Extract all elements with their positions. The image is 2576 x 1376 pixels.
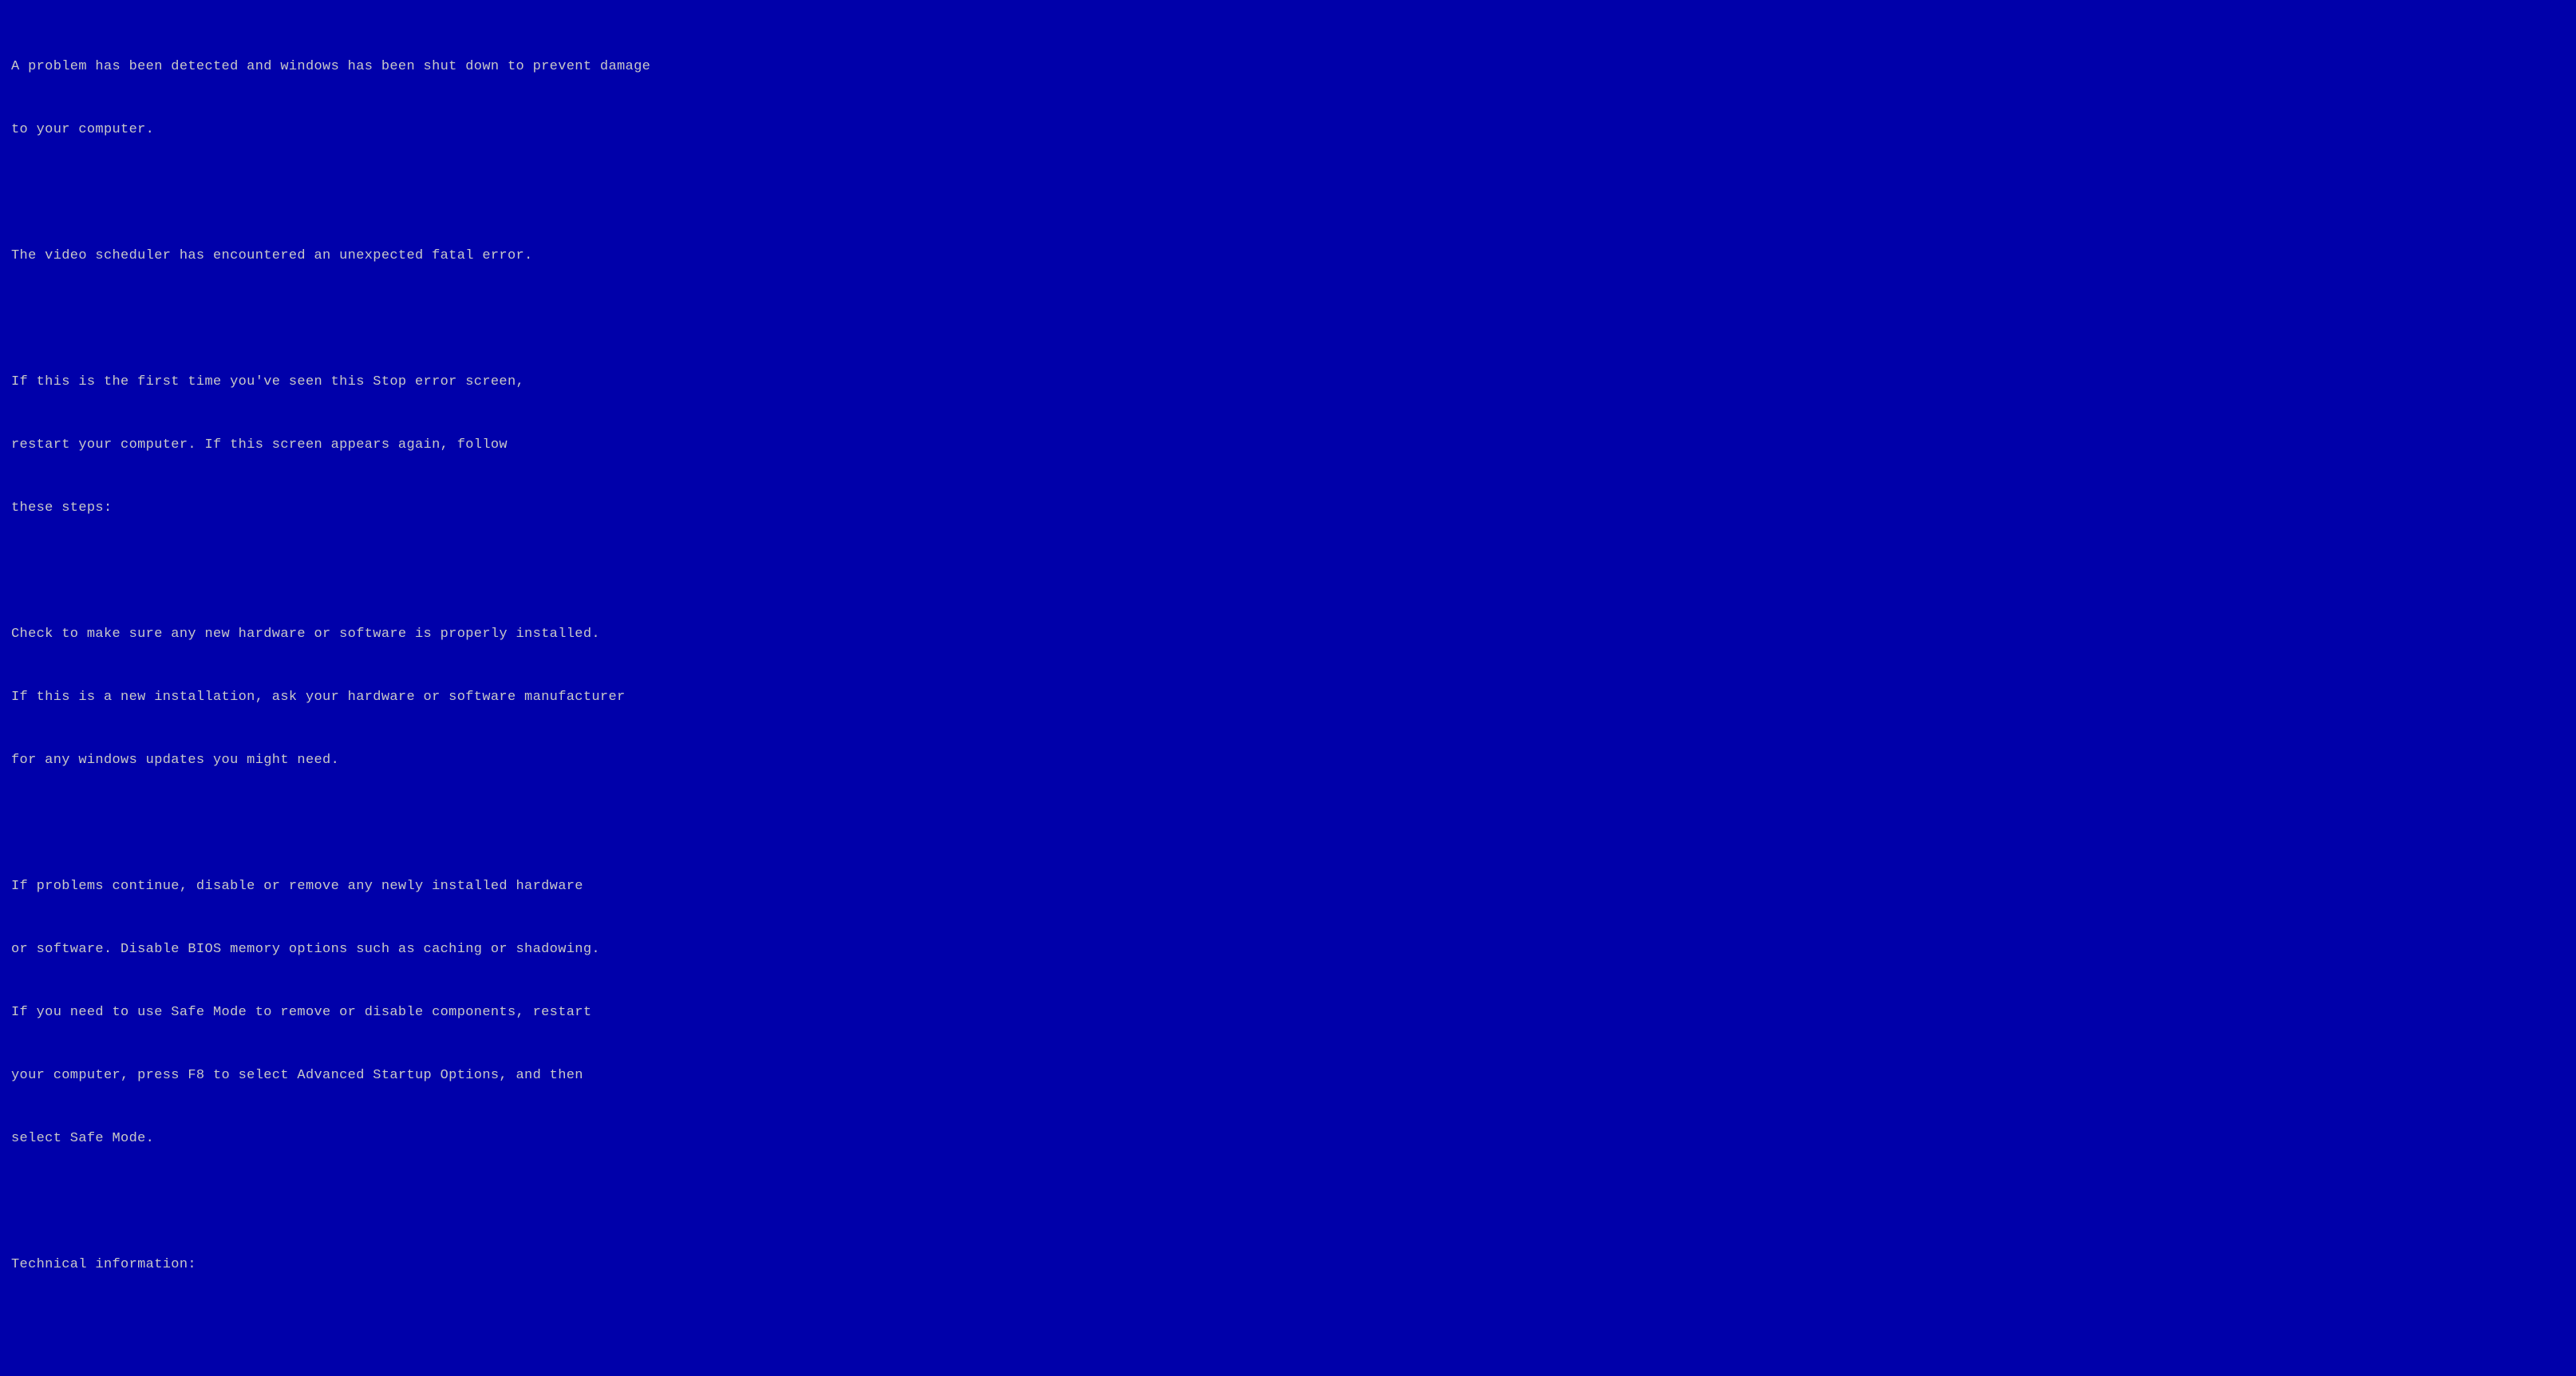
bsod-line-6: these steps: [11,498,650,519]
bsod-spacer-1 [11,183,650,204]
bsod-spacer-6 [11,1318,650,1338]
bsod-line-12: If you need to use Safe Mode to remove o… [11,1002,650,1023]
bsod-line-9: for any windows updates you might need. [11,750,650,771]
bsod-line-11: or software. Disable BIOS memory options… [11,939,650,960]
bsod-line-14: select Safe Mode. [11,1129,650,1149]
bsod-spacer-2 [11,309,650,330]
bsod-screen: A problem has been detected and windows … [0,0,2576,1376]
bsod-line-3: The video scheduler has encountered an u… [11,246,650,267]
bsod-line-13: your computer, press F8 to select Advanc… [11,1066,650,1086]
bsod-spacer-3 [11,561,650,582]
bsod-content: A problem has been detected and windows … [11,14,650,1376]
bsod-spacer-4 [11,813,650,834]
bsod-line-2: to your computer. [11,120,650,140]
bsod-line-7: Check to make sure any new hardware or s… [11,624,650,645]
bsod-line-5: restart your computer. If this screen ap… [11,435,650,456]
bsod-line-10: If problems continue, disable or remove … [11,876,650,897]
bsod-line-1: A problem has been detected and windows … [11,57,650,77]
bsod-line-8: If this is a new installation, ask your … [11,687,650,708]
bsod-line-15: Technical information: [11,1255,650,1275]
bsod-line-4: If this is the first time you've seen th… [11,372,650,393]
bsod-spacer-5 [11,1192,650,1212]
